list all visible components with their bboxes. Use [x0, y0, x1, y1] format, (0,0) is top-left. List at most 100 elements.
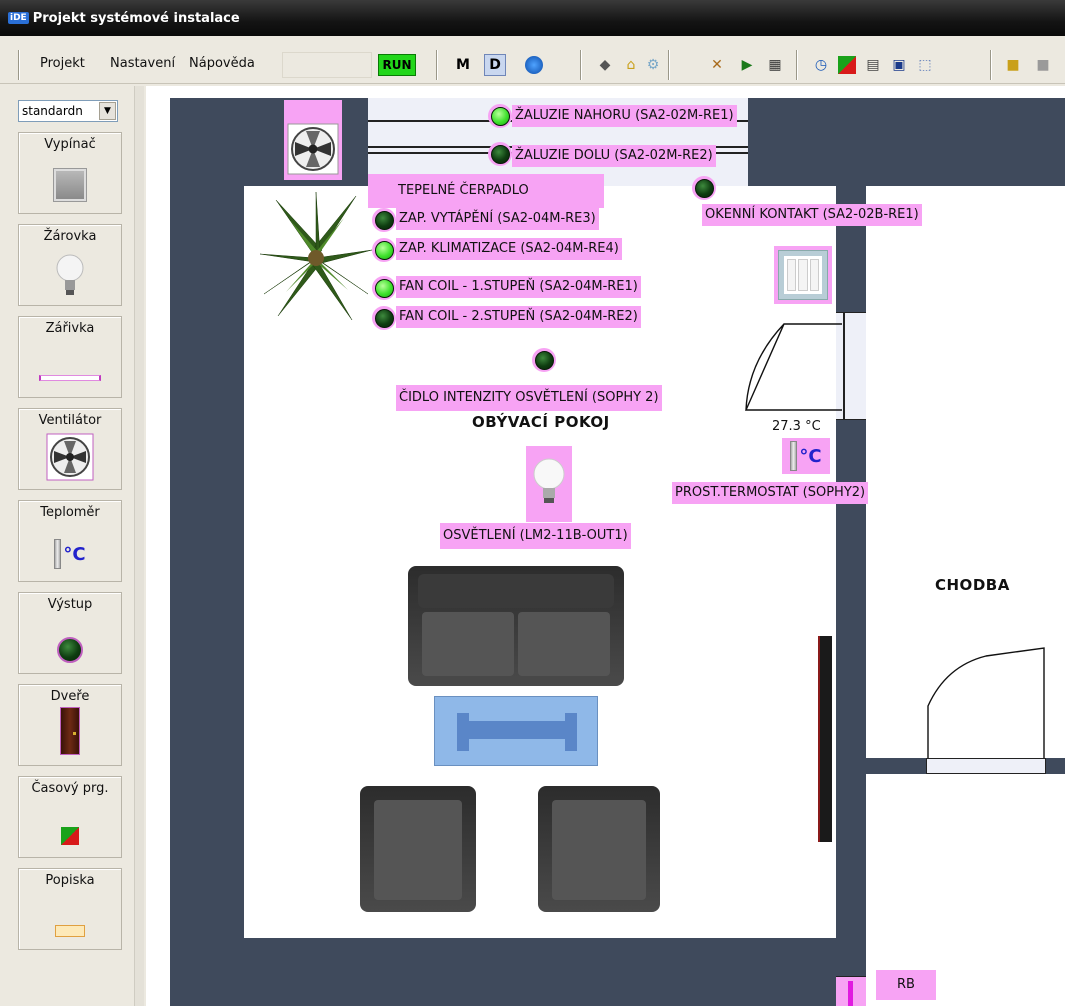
toolbar-separator: [436, 50, 438, 80]
time-program-icon[interactable]: [838, 56, 856, 74]
palette-item-label: Ventilátor: [38, 413, 102, 428]
mode-d-button[interactable]: D: [484, 54, 506, 76]
palette-item-label: Žárovka: [43, 229, 97, 244]
plant-decoration: [259, 191, 373, 321]
blinds-up-label: ŽALUZIE NAHORU (SA2-02M-RE1): [512, 105, 737, 127]
toolbar-grip: [18, 50, 20, 80]
light-sensor-label: ČIDLO INTENZITY OSVĚTLENÍ (SOPHY 2): [396, 385, 662, 411]
toolbar-separator: [990, 50, 992, 80]
coffee-table: [434, 696, 598, 766]
tv: [818, 636, 832, 842]
palette-item-label: Zářivka: [45, 321, 95, 336]
palette-item-door[interactable]: Dveře: [18, 684, 122, 766]
thermometer-icon: °C: [19, 539, 121, 569]
palette-item-tube-light[interactable]: Zářivka: [18, 316, 122, 398]
select-icon[interactable]: ⬚: [916, 56, 934, 74]
switch-icon: [19, 168, 121, 202]
floor-plan-canvas: ŽALUZIE NAHORU (SA2-02M-RE1) ŽALUZIE DOL…: [146, 86, 1065, 1006]
palette-item-output[interactable]: Výstup: [18, 592, 122, 674]
menu-projekt[interactable]: Projekt: [40, 56, 85, 71]
fancoil2-label: FAN COIL - 2.STUPEŇ (SA2-04M-RE2): [396, 306, 641, 328]
palette-select-value: standardn: [22, 104, 83, 118]
rb-label: RB: [876, 970, 936, 1000]
cooling-label: ZAP. KLIMATIZACE (SA2-04M-RE4): [396, 238, 622, 260]
component-palette: standardn ▼ Vypínač Žárovka Zářivka Vent…: [14, 92, 130, 1006]
palette-item-time-program[interactable]: Časový prg.: [18, 776, 122, 858]
wall-switch-device[interactable]: [774, 246, 832, 304]
palette-item-fan[interactable]: Ventilátor: [18, 408, 122, 490]
mode-m-button[interactable]: M: [452, 54, 474, 76]
palette-item-label: Výstup: [47, 597, 93, 612]
fancoil1-led[interactable]: [372, 276, 396, 300]
fancoil2-led[interactable]: [372, 306, 396, 330]
toolbar-separator: [796, 50, 798, 80]
blinds-down-led[interactable]: [488, 142, 512, 166]
palette-item-switch[interactable]: Vypínač: [18, 132, 122, 214]
room-label-living: OBÝVACÍ POKOJ: [472, 413, 610, 431]
tube-light-icon: [19, 375, 121, 381]
monitor-icon[interactable]: ▣: [890, 56, 908, 74]
lighting-label: OSVĚTLENÍ (LM2-11B-OUT1): [440, 523, 631, 549]
door-swing: [927, 647, 1045, 758]
menu-napoveda[interactable]: Nápověda: [189, 56, 255, 71]
toolbar-spacer: [282, 52, 372, 78]
blinds-up-led[interactable]: [488, 104, 512, 128]
thermostat-unit: °C: [799, 445, 822, 467]
qr-icon[interactable]: ▦: [766, 56, 784, 74]
play-script-icon[interactable]: ▶: [738, 56, 756, 74]
window-contact-led[interactable]: [692, 176, 716, 200]
palette-item-bulb[interactable]: Žárovka: [18, 224, 122, 306]
gear-icon[interactable]: ⚙: [644, 56, 662, 74]
time-program-icon: [19, 827, 121, 845]
disabled-icon[interactable]: ■: [1034, 56, 1052, 74]
bulb-icon: [19, 251, 121, 301]
window-titlebar: iDE Projekt systémové instalace: [0, 0, 1065, 36]
run-button[interactable]: RUN: [378, 54, 416, 76]
output-led-icon: [19, 637, 121, 663]
armchair: [538, 786, 660, 912]
fancoil1-label: FAN COIL - 1.STUPEŇ (SA2-04M-RE1): [396, 276, 641, 298]
palette-item-caption[interactable]: Popiska: [18, 868, 122, 950]
sofa: [408, 566, 624, 686]
toolbar-separator: [668, 50, 670, 80]
temperature-readout: 27.3 °C: [772, 419, 821, 434]
tools-icon[interactable]: ✕: [708, 56, 726, 74]
door-icon: [19, 707, 121, 755]
palette-item-label: Časový prg.: [31, 781, 109, 796]
toolbar-separator: [580, 50, 582, 80]
menu-nastaveni[interactable]: Nastavení: [110, 56, 175, 71]
globe-icon[interactable]: [525, 56, 543, 74]
window-title: Projekt systémové instalace: [32, 10, 240, 26]
stopwatch-icon[interactable]: ◷: [812, 56, 830, 74]
chevron-down-icon[interactable]: ▼: [99, 102, 116, 120]
palette-item-label: Dveře: [50, 689, 90, 704]
heat-pump-label: TEPELNÉ ČERPADLO: [368, 174, 604, 208]
palette-item-label: Popiska: [45, 873, 95, 888]
armchair: [360, 786, 476, 912]
window-contact-label: OKENNÍ KONTAKT (SA2-02B-RE1): [702, 204, 922, 226]
thermostat-device[interactable]: °C: [782, 438, 830, 474]
palette-item-label: Teploměr: [40, 505, 100, 520]
menu-toolbar: Projekt Nastavení Nápověda RUN M D ◆ ⌂ ⚙…: [0, 46, 1065, 84]
blinds-down-label: ŽALUZIE DOLU (SA2-02M-RE2): [512, 145, 716, 167]
thermometer-icon: [790, 441, 798, 471]
light-sensor-led[interactable]: [532, 348, 556, 372]
palette-item-thermometer[interactable]: Teploměr °C: [18, 500, 122, 582]
heating-label: ZAP. VYTÁPĚNÍ (SA2-04M-RE3): [396, 208, 599, 230]
panel-divider[interactable]: [134, 86, 144, 1006]
palette-select[interactable]: standardn ▼: [18, 100, 118, 122]
app-logo: iDE: [8, 12, 29, 24]
lighting-device[interactable]: [526, 446, 572, 522]
add-icon[interactable]: ■: [1004, 56, 1022, 74]
document-icon[interactable]: ▤: [864, 56, 882, 74]
cooling-led[interactable]: [372, 238, 396, 262]
heating-led[interactable]: [372, 208, 396, 232]
thermostat-label: PROST.TERMOSTAT (SOPHY2): [672, 482, 869, 504]
eraser-icon[interactable]: ◆: [596, 56, 614, 74]
palette-item-label: Vypínač: [44, 137, 96, 152]
rb-device[interactable]: [836, 976, 866, 1006]
room-label-hall: CHODBA: [935, 576, 1010, 594]
door-swing: [744, 323, 842, 411]
fan-device[interactable]: [284, 100, 342, 180]
house-icon[interactable]: ⌂: [622, 56, 640, 74]
